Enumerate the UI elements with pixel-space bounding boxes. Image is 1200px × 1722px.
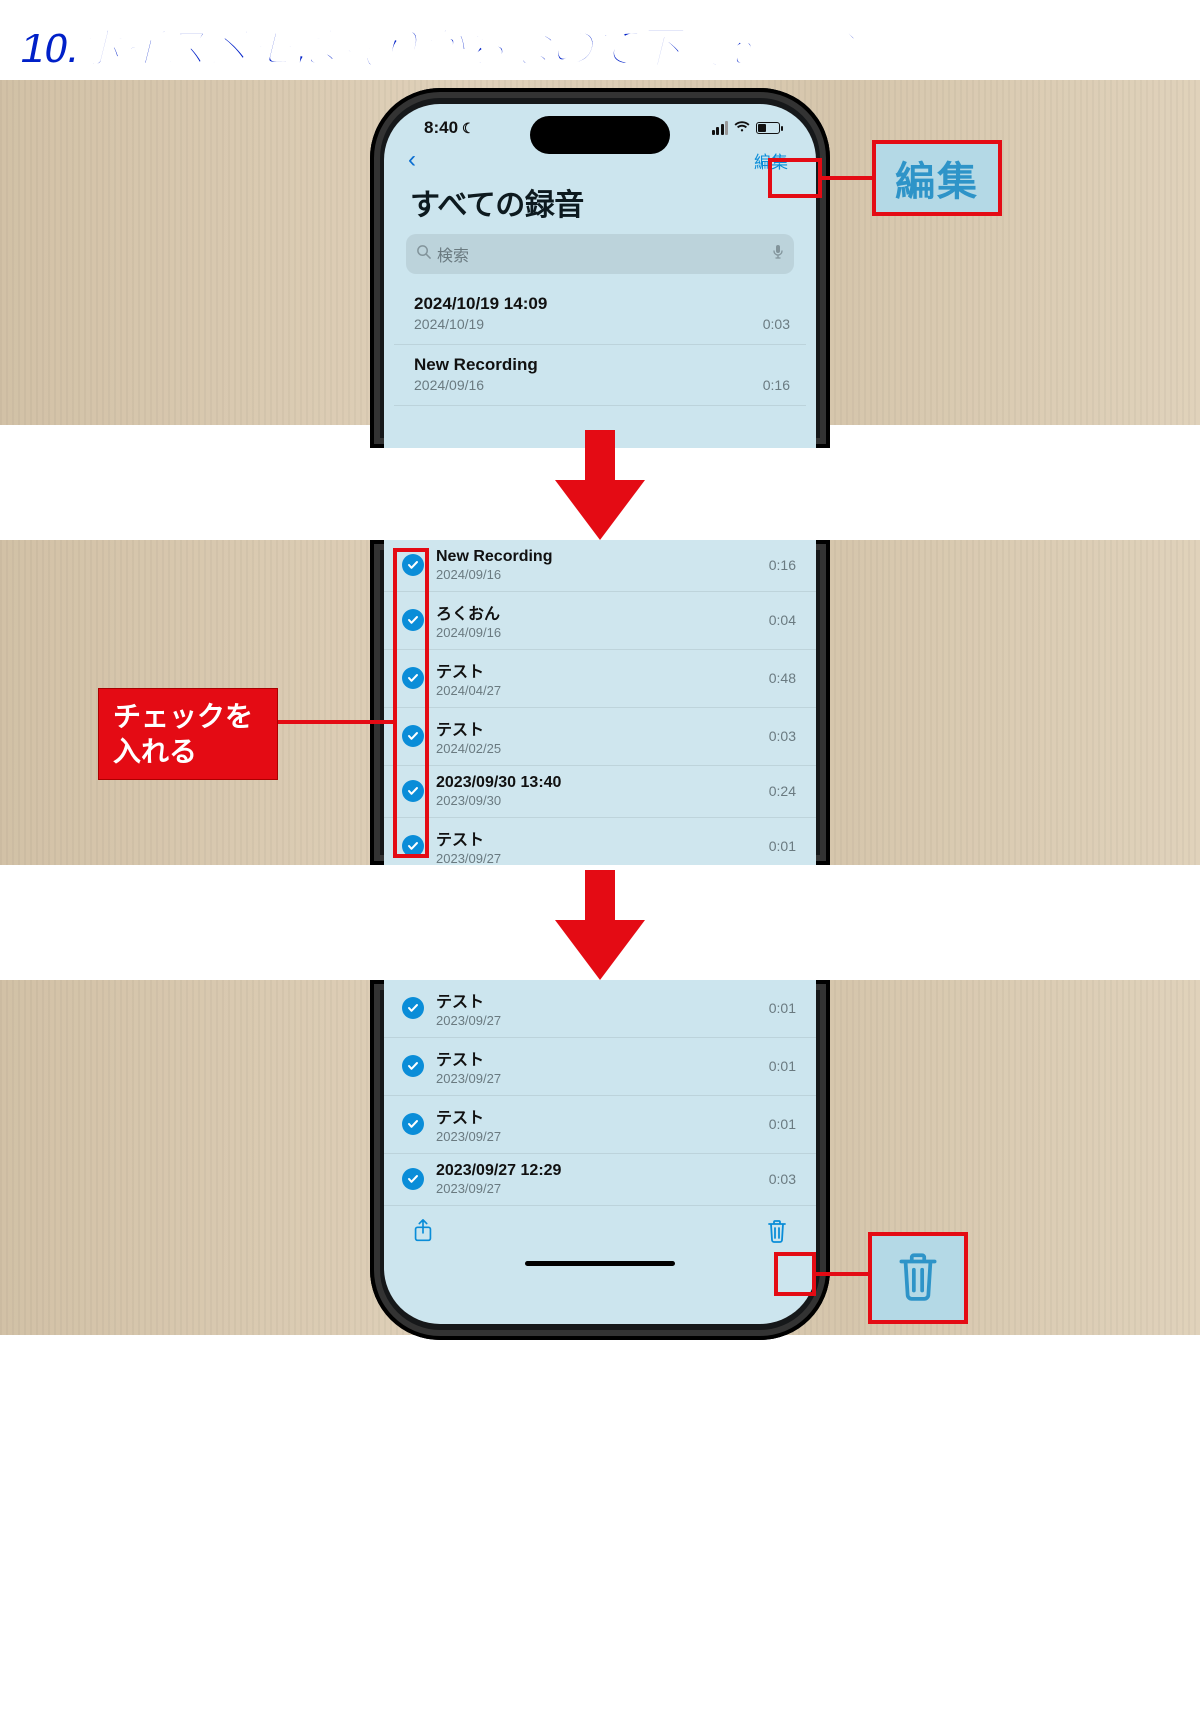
- recording-duration: 0:03: [763, 316, 790, 332]
- down-arrow-icon: [555, 430, 645, 540]
- page-title: 10.ボイスメモは残りがちなので不要を削除: [20, 12, 851, 76]
- recording-date: 2024/04/27: [436, 683, 757, 698]
- delete-button[interactable]: [766, 1218, 788, 1249]
- search-input[interactable]: 検索: [406, 234, 794, 274]
- recording-duration: 0:48: [769, 670, 796, 686]
- recording-item[interactable]: New Recording2024/09/16 0:16: [384, 540, 816, 592]
- recording-duration: 0:01: [769, 1058, 796, 1074]
- recording-duration: 0:03: [769, 1171, 796, 1187]
- recording-title: New Recording: [436, 548, 757, 566]
- recording-title: テスト: [436, 658, 757, 682]
- recording-item[interactable]: 2024/10/19 14:09 2024/10/19 0:03: [394, 284, 806, 345]
- trash-zoom-callout: [868, 1232, 968, 1324]
- connector-line: [816, 1272, 868, 1276]
- recording-date: 2023/09/27: [436, 1071, 757, 1086]
- phone-panel-2: New Recording2024/09/160:16ろくおん2024/09/1…: [370, 540, 830, 865]
- edit-zoom-label: 編集: [895, 149, 979, 207]
- recording-item[interactable]: 2023/09/30 13:402023/09/30 0:24: [384, 766, 816, 818]
- down-arrow-icon: [555, 870, 645, 980]
- recording-title: テスト: [436, 1104, 757, 1128]
- check-callout: チェックを 入れる: [98, 688, 278, 780]
- do-not-disturb-icon: ☾: [462, 120, 475, 137]
- phone-panel-1: 8:40 ☾ ‹ 編集 すべての録音 検索: [370, 88, 830, 448]
- connector-line: [822, 176, 872, 180]
- status-time: 8:40: [424, 118, 458, 138]
- phone-panel-3: テスト2023/09/270:01テスト2023/09/270:01テスト202…: [370, 980, 830, 1340]
- recording-item[interactable]: テスト2023/09/27 0:01: [384, 1096, 816, 1154]
- recording-item[interactable]: テスト2024/04/27 0:48: [384, 650, 816, 708]
- dictation-icon[interactable]: [772, 244, 784, 265]
- recording-duration: 0:24: [769, 783, 796, 799]
- checkbox-checked-icon[interactable]: [402, 1168, 424, 1190]
- wifi-icon: [734, 120, 750, 136]
- recording-date: 2024/10/19: [414, 316, 484, 332]
- recording-duration: 0:04: [769, 612, 796, 628]
- recording-date: 2024/09/16: [414, 377, 484, 393]
- recording-date: 2024/09/16: [436, 625, 757, 640]
- recording-title: 2023/09/27 12:29: [436, 1162, 757, 1180]
- recording-item[interactable]: テスト2023/09/27 0:01: [384, 1038, 816, 1096]
- recording-title: テスト: [436, 988, 757, 1012]
- checkbox-checked-icon[interactable]: [402, 997, 424, 1019]
- recording-title: 2024/10/19 14:09: [414, 294, 547, 314]
- cellular-signal-icon: [712, 121, 729, 135]
- recording-duration: 0:01: [769, 838, 796, 854]
- checkbox-checked-icon[interactable]: [402, 1055, 424, 1077]
- recording-date: 2023/09/27: [436, 1013, 757, 1028]
- recording-date: 2023/09/27: [436, 851, 757, 865]
- recording-duration: 0:03: [769, 728, 796, 744]
- recording-item[interactable]: ろくおん2024/09/16 0:04: [384, 592, 816, 650]
- recording-item[interactable]: New Recording 2024/09/16 0:16: [394, 345, 806, 406]
- recording-duration: 0:16: [763, 377, 790, 393]
- recording-duration: 0:01: [769, 1000, 796, 1016]
- recording-item[interactable]: テスト2024/02/25 0:03: [384, 708, 816, 766]
- battery-icon: [756, 122, 780, 134]
- recording-duration: 0:16: [769, 557, 796, 573]
- search-placeholder: 検索: [437, 242, 469, 266]
- trash-highlight-box: [774, 1252, 816, 1296]
- recording-date: 2023/09/27: [436, 1129, 757, 1144]
- search-icon: [416, 244, 431, 264]
- recording-date: 2024/09/16: [436, 567, 757, 582]
- recording-title: テスト: [436, 826, 757, 850]
- edit-highlight-box: [768, 158, 822, 198]
- recording-title: テスト: [436, 1046, 757, 1070]
- recording-title: ろくおん: [436, 600, 757, 624]
- back-button[interactable]: ‹: [408, 146, 416, 174]
- connector-line: [277, 720, 393, 724]
- recording-date: 2024/02/25: [436, 741, 757, 756]
- checkbox-highlight-box: [393, 548, 429, 858]
- recording-title: 2023/09/30 13:40: [436, 774, 757, 792]
- recording-item[interactable]: テスト2023/09/27 0:01: [384, 818, 816, 865]
- notch: [530, 116, 670, 154]
- recording-item[interactable]: 2023/09/27 12:292023/09/27 0:03: [384, 1154, 816, 1206]
- checkbox-checked-icon[interactable]: [402, 1113, 424, 1135]
- recording-date: 2023/09/27: [436, 1181, 757, 1196]
- recording-title: New Recording: [414, 355, 538, 375]
- home-indicator[interactable]: [525, 1261, 675, 1266]
- recording-date: 2023/09/30: [436, 793, 757, 808]
- edit-zoom-callout: 編集: [872, 140, 1002, 216]
- recording-title: テスト: [436, 716, 757, 740]
- trash-icon: [894, 1249, 942, 1308]
- recording-duration: 0:01: [769, 1116, 796, 1132]
- screen-title: すべての録音: [394, 178, 806, 234]
- share-button[interactable]: [412, 1218, 434, 1249]
- recording-item[interactable]: テスト2023/09/27 0:01: [384, 980, 816, 1038]
